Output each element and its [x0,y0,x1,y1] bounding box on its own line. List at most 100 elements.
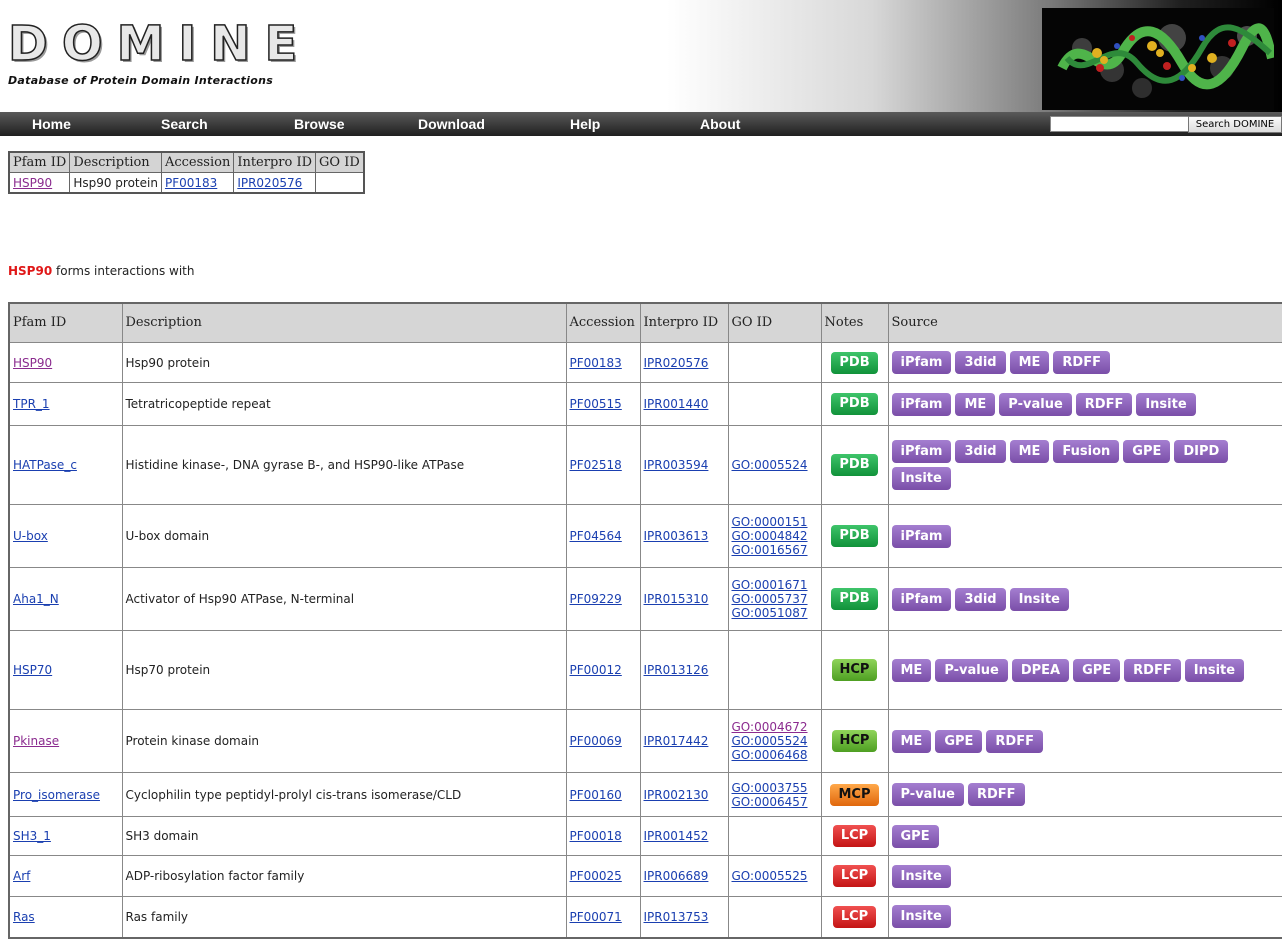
interpro-link[interactable]: IPR002130 [644,788,709,802]
source-badge[interactable]: iPfam [891,440,952,463]
interpro-link[interactable]: IPR017442 [644,734,709,748]
source-badge[interactable]: ME [891,729,932,753]
source-badge[interactable]: Fusion [1053,440,1120,463]
pfam-id-link[interactable]: U-box [13,529,48,543]
interpro-link[interactable]: IPR020576 [644,356,709,370]
evidence-badge[interactable]: MCP [830,783,879,806]
interpro-link[interactable]: IPR013126 [644,663,709,677]
summary-accession-link[interactable]: PF00183 [165,176,217,190]
accession-link[interactable]: PF00025 [570,869,622,883]
go-id-link[interactable]: GO:0006457 [732,795,818,809]
source-badge[interactable]: 3did [955,351,1006,374]
source-badge[interactable]: P-value [891,783,964,806]
search-domine-button[interactable]: Search DOMINE [1188,116,1282,133]
go-id-link[interactable]: GO:0005524 [732,734,818,748]
evidence-badge[interactable]: PDB [831,454,878,476]
go-id-link[interactable]: GO:0006468 [732,748,818,762]
source-badge[interactable]: P-value [935,658,1008,682]
source-badge[interactable]: GPE [1123,440,1171,463]
source-badge[interactable]: Insite [891,905,951,929]
evidence-badge[interactable]: PDB [831,393,878,415]
evidence-badge[interactable]: PDB [831,351,878,374]
nav-home[interactable]: Home [32,116,71,132]
source-badge[interactable]: iPfam [891,351,952,374]
source-badge[interactable]: P-value [999,392,1072,416]
nav-search[interactable]: Search [161,116,208,132]
go-id-link[interactable]: GO:0051087 [732,606,818,620]
go-id-link[interactable]: GO:0000151 [732,515,818,529]
nav-browse[interactable]: Browse [294,116,345,132]
nav-about[interactable]: About [700,116,740,132]
summary-interpro-link[interactable]: IPR020576 [237,176,302,190]
pfam-id-link[interactable]: HATPase_c [13,458,77,472]
source-badge[interactable]: Insite [1009,587,1069,611]
source-badge[interactable]: Insite [891,467,951,490]
domine-logo[interactable]: DOMINE Database of Protein Domain Intera… [7,17,311,87]
source-badge[interactable]: RDFF [986,729,1043,753]
accession-link[interactable]: PF02518 [570,458,622,472]
pfam-id-link[interactable]: Ras [13,910,35,924]
go-id-link[interactable]: GO:0005525 [732,869,818,883]
source-badge[interactable]: RDFF [1053,351,1110,374]
source-badge[interactable]: DPEA [1011,658,1070,682]
evidence-badge[interactable]: LCP [832,825,877,847]
accession-link[interactable]: PF04564 [570,529,622,543]
source-badge[interactable]: GPE [1073,658,1121,682]
source-badge[interactable]: GPE [891,824,939,848]
interpro-link[interactable]: IPR003613 [644,529,709,543]
nav-download[interactable]: Download [418,116,485,132]
accession-link[interactable]: PF00160 [570,788,622,802]
search-input[interactable] [1050,116,1190,132]
go-id-link[interactable]: GO:0005524 [732,458,818,472]
pfam-id-link[interactable]: SH3_1 [13,829,51,843]
pfam-id-link[interactable]: HSP90 [13,356,52,370]
source-badge[interactable]: RDFF [967,783,1025,806]
source-badge[interactable]: 3did [955,587,1006,611]
accession-link[interactable]: PF00018 [570,829,622,843]
interpro-link[interactable]: IPR006689 [644,869,709,883]
source-badge[interactable]: RDFF [1075,392,1133,416]
accession-link[interactable]: PF00012 [570,663,622,677]
accession-link[interactable]: PF00071 [570,910,622,924]
accession-link[interactable]: PF09229 [570,592,622,606]
interpro-link[interactable]: IPR001452 [644,829,709,843]
source-badge[interactable]: iPfam [891,392,952,416]
evidence-badge[interactable]: HCP [831,659,878,681]
summary-pfam-link[interactable]: HSP90 [13,176,52,190]
nav-help[interactable]: Help [570,116,600,132]
pfam-id-link[interactable]: Pkinase [13,734,59,748]
accession-link[interactable]: PF00183 [570,356,622,370]
interpro-link[interactable]: IPR015310 [644,592,709,606]
pfam-id-link[interactable]: Arf [13,869,30,883]
source-badge[interactable]: ME [1009,440,1050,463]
source-badge[interactable]: GPE [935,729,983,753]
go-id-link[interactable]: GO:0005737 [732,592,818,606]
source-badge[interactable]: Insite [1184,658,1245,682]
go-id-link[interactable]: GO:0004672 [732,720,818,734]
source-badge[interactable]: RDFF [1124,658,1181,682]
source-badge[interactable]: DIPD [1174,440,1229,463]
evidence-badge[interactable]: LCP [832,905,877,928]
source-badge[interactable]: iPfam [891,524,952,548]
source-badge[interactable]: ME [955,392,996,416]
pfam-id-link[interactable]: Aha1_N [13,592,59,606]
accession-link[interactable]: PF00515 [570,397,622,411]
go-id-link[interactable]: GO:0001671 [732,578,818,592]
evidence-badge[interactable]: PDB [831,588,878,610]
interpro-link[interactable]: IPR013753 [644,910,709,924]
pfam-id-link[interactable]: TPR_1 [13,397,50,411]
source-badge[interactable]: ME [891,658,932,682]
accession-link[interactable]: PF00069 [570,734,622,748]
go-id-link[interactable]: GO:0016567 [732,543,818,557]
pfam-id-link[interactable]: Pro_isomerase [13,788,100,802]
evidence-badge[interactable]: HCP [831,730,878,752]
source-badge[interactable]: Insite [1136,392,1196,416]
evidence-badge[interactable]: PDB [831,525,878,547]
go-id-link[interactable]: GO:0004842 [732,529,818,543]
go-id-link[interactable]: GO:0003755 [732,781,818,795]
pfam-id-link[interactable]: HSP70 [13,663,52,677]
source-badge[interactable]: Insite [891,864,951,888]
source-badge[interactable]: ME [1009,351,1050,374]
interpro-link[interactable]: IPR001440 [644,397,709,411]
evidence-badge[interactable]: LCP [832,865,877,887]
